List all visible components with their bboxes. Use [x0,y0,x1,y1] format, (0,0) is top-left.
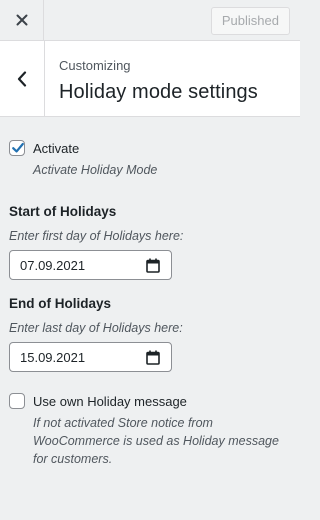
activate-description: Activate Holiday Mode [33,163,158,177]
activate-label[interactable]: Activate [33,141,79,156]
end-description: Enter last day of Holidays here: [9,321,183,335]
own-message-label[interactable]: Use own Holiday message [33,394,187,409]
start-date-input[interactable]: 07.09.2021 [9,250,172,280]
published-button[interactable]: Published [210,7,290,35]
breadcrumb: Customizing [59,58,131,73]
back-button[interactable] [0,41,45,116]
page-title: Holiday mode settings [59,81,258,103]
activate-checkbox[interactable] [9,140,25,156]
chevron-left-icon [17,70,27,87]
own-message-description: If not activated Store notice from WooCo… [33,416,279,466]
calendar-icon[interactable] [146,258,160,273]
start-date-value: 07.09.2021 [20,258,86,273]
close-icon [16,14,27,26]
start-title: Start of Holidays [9,204,117,219]
end-date-value: 15.09.2021 [20,350,86,365]
own-message-checkbox[interactable] [9,393,25,409]
checkmark-icon [12,142,24,153]
start-description: Enter first day of Holidays here: [9,229,184,243]
calendar-icon[interactable] [146,350,160,365]
close-button[interactable] [0,0,44,40]
section-header: Customizing Holiday mode settings [0,41,300,117]
customizer-header: Published [0,0,300,41]
end-date-input[interactable]: 15.09.2021 [9,342,172,372]
end-title: End of Holidays [9,296,112,311]
